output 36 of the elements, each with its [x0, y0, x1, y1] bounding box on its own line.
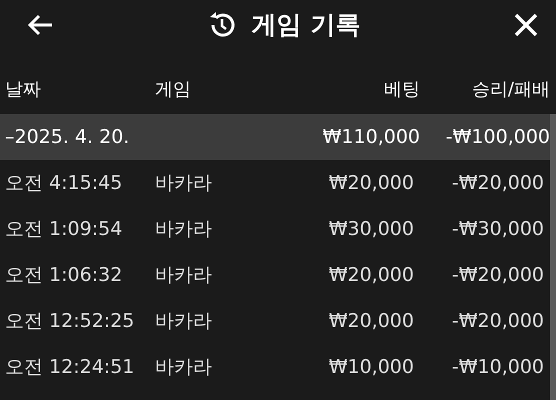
time-cell: 오전 12:52:25 — [5, 310, 134, 332]
close-icon — [514, 13, 538, 37]
game-cell: 바카라 — [155, 264, 212, 286]
group-result-total: -₩100,000 — [446, 126, 550, 148]
close-button[interactable] — [514, 13, 538, 37]
collapse-toggle[interactable]: – — [5, 126, 14, 148]
result-cell: -₩20,000 — [452, 264, 544, 286]
result-cell: -₩10,000 — [452, 356, 544, 378]
group-date: 2025. 4. 20. — [14, 126, 130, 148]
result-cell: -₩20,000 — [452, 310, 544, 332]
group-bet-total: ₩110,000 — [322, 126, 420, 148]
history-icon — [208, 11, 236, 39]
time-cell: 오전 12:24:51 — [5, 356, 134, 378]
column-header[interactable]: 날짜 — [5, 78, 41, 100]
scrollbar[interactable] — [550, 114, 556, 400]
game-cell: 바카라 — [155, 172, 212, 194]
result-cell: -₩20,000 — [452, 172, 544, 194]
column-header[interactable]: 승리/패배 — [472, 78, 550, 100]
time-cell: 오전 4:15:45 — [5, 172, 122, 194]
screen-title: 게임 기록 — [252, 9, 360, 42]
back-arrow-icon — [28, 14, 54, 36]
date-group-row[interactable]: –2025. 4. 20. ₩110,000 -₩100,000 — [0, 114, 550, 160]
game-cell: 바카라 — [155, 356, 212, 378]
bet-cell: ₩20,000 — [328, 310, 414, 332]
game-cell: 바카라 — [155, 310, 212, 332]
column-header[interactable]: 베팅 — [384, 78, 420, 100]
game-cell: 바카라 — [155, 218, 212, 240]
bet-cell: ₩30,000 — [328, 218, 414, 240]
back-button[interactable] — [28, 14, 54, 36]
bet-cell: ₩20,000 — [328, 264, 414, 286]
result-cell: -₩30,000 — [452, 218, 544, 240]
bet-cell: ₩20,000 — [328, 172, 414, 194]
time-cell: 오전 1:09:54 — [5, 218, 122, 240]
column-header[interactable]: 게임 — [155, 78, 191, 100]
time-cell: 오전 1:06:32 — [5, 264, 122, 286]
bet-cell: ₩10,000 — [328, 356, 414, 378]
